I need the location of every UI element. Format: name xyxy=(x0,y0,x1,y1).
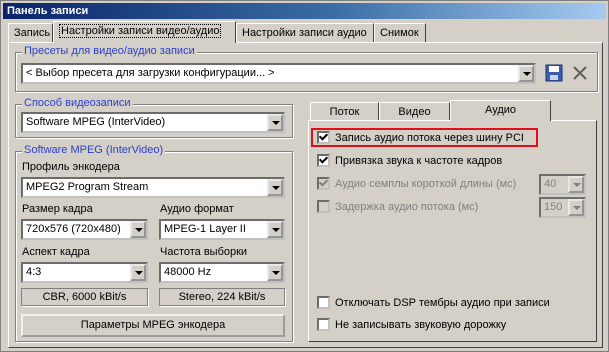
disable-dsp-label: Отключать DSP тембры аудио при записи xyxy=(335,297,550,309)
audio-format-label: Аудио формат xyxy=(160,203,234,215)
audio-delay-label: Задержка аудио потока (мс) xyxy=(335,201,479,213)
chevron-down-icon[interactable] xyxy=(267,114,283,131)
preset-select-value: < Выбор пресета для загрузки конфигураци… xyxy=(26,67,275,79)
settings-panel: Пресеты для видео/аудио записи < Выбор п… xyxy=(8,42,603,348)
sample-rate-label: Частота выборки xyxy=(160,246,248,258)
subtab-stream[interactable]: Поток xyxy=(310,102,379,121)
subtab-video[interactable]: Видео xyxy=(379,102,450,121)
checkbox-checked-icon[interactable] xyxy=(317,131,330,144)
tab-snapshot[interactable]: Снимок xyxy=(374,23,426,42)
chevron-down-icon[interactable] xyxy=(130,221,146,238)
frame-size-select[interactable]: 720x576 (720x480) xyxy=(21,219,148,240)
aspect-label: Аспект кадра xyxy=(22,246,90,258)
bind-framerate-checkbox[interactable]: Привязка звука к частоте кадров xyxy=(317,154,502,167)
disable-dsp-checkbox[interactable]: Отключать DSP тембры аудио при записи xyxy=(317,296,550,309)
frame-size-label: Размер кадра xyxy=(22,203,93,215)
video-bitrate-info: CBR, 6000 kBit/s xyxy=(21,288,148,306)
pci-audio-label: Запись аудио потока через шину PCI xyxy=(335,132,524,144)
short-samples-value: 40 xyxy=(544,178,557,190)
subtab-audio[interactable]: Аудио xyxy=(450,100,551,121)
preset-select[interactable]: < Выбор пресета для загрузки конфигураци… xyxy=(21,63,536,84)
software-mpeg-group: Software MPEG (InterVideo) Профиль энкод… xyxy=(15,144,293,342)
audio-format-value: MPEG-1 Layer II xyxy=(164,223,246,235)
audio-format-select[interactable]: MPEG-1 Layer II xyxy=(159,219,285,240)
close-x-icon[interactable] xyxy=(570,63,590,83)
audio-delay-select: 150 xyxy=(539,197,586,218)
sample-rate-value: 48000 Hz xyxy=(164,266,212,278)
audio-bitrate-info: Stereo, 224 kBit/s xyxy=(159,288,285,306)
pci-audio-checkbox[interactable]: Запись аудио потока через шину PCI xyxy=(317,131,524,144)
recording-panel-window: Панель записи Запись Настройки записи ви… xyxy=(0,0,609,352)
short-samples-checkbox: Аудио семплы короткой длины (мс) xyxy=(317,177,516,190)
short-samples-select: 40 xyxy=(539,174,586,195)
tab-audio-settings[interactable]: Настройки записи аудио xyxy=(236,23,374,42)
chevron-down-icon xyxy=(568,176,584,193)
checkbox-checked-icon xyxy=(317,177,330,190)
bind-framerate-label: Привязка звука к частоте кадров xyxy=(335,155,503,167)
checkbox-checked-icon[interactable] xyxy=(317,154,330,167)
aspect-value: 4:3 xyxy=(26,266,42,278)
audio-delay-value: 150 xyxy=(544,201,563,213)
mpeg-encoder-params-button[interactable]: Параметры MPEG энкодера xyxy=(21,314,285,337)
chevron-down-icon[interactable] xyxy=(267,221,283,238)
checkbox-icon[interactable] xyxy=(317,318,330,331)
audio-subpanel: Запись аудио потока через шину PCI Привя… xyxy=(308,120,597,342)
chevron-down-icon[interactable] xyxy=(267,179,283,196)
checkbox-icon[interactable] xyxy=(317,296,330,309)
capture-method-value: Software MPEG (InterVideo) xyxy=(26,116,166,128)
floppy-disk-icon[interactable] xyxy=(544,63,564,83)
chevron-down-icon xyxy=(568,199,584,216)
encoder-profile-value: MPEG2 Program Stream xyxy=(26,181,149,193)
capture-method-select[interactable]: Software MPEG (InterVideo) xyxy=(21,112,285,133)
presets-legend: Пресеты для видео/аудио записи xyxy=(22,45,197,57)
tab-video-audio-settings[interactable]: Настройки записи видео/аудио xyxy=(53,21,236,43)
checkbox-icon xyxy=(317,200,330,213)
audio-delay-checkbox: Задержка аудио потока (мс) xyxy=(317,200,478,213)
no-audio-track-label: Не записывать звуковую дорожку xyxy=(335,319,507,331)
encoder-profile-label: Профиль энкодера xyxy=(22,161,120,173)
sample-rate-select[interactable]: 48000 Hz xyxy=(159,262,285,283)
short-samples-label: Аудио семплы короткой длины (мс) xyxy=(335,178,517,190)
capture-method-group: Способ видеозаписи Software MPEG (InterV… xyxy=(15,97,293,138)
frame-size-value: 720x576 (720x480) xyxy=(26,223,121,235)
software-mpeg-legend: Software MPEG (InterVideo) xyxy=(22,144,166,156)
encoder-profile-select[interactable]: MPEG2 Program Stream xyxy=(21,177,285,198)
chevron-down-icon[interactable] xyxy=(267,264,283,281)
aspect-select[interactable]: 4:3 xyxy=(21,262,148,283)
no-audio-track-checkbox[interactable]: Не записывать звуковую дорожку xyxy=(317,318,506,331)
tab-recording[interactable]: Запись xyxy=(8,23,53,42)
chevron-down-icon[interactable] xyxy=(130,264,146,281)
chevron-down-icon[interactable] xyxy=(518,65,534,82)
window-title: Панель записи xyxy=(3,3,606,19)
capture-method-legend: Способ видеозаписи xyxy=(22,97,133,109)
presets-group: Пресеты для видео/аудио записи < Выбор п… xyxy=(15,45,598,92)
